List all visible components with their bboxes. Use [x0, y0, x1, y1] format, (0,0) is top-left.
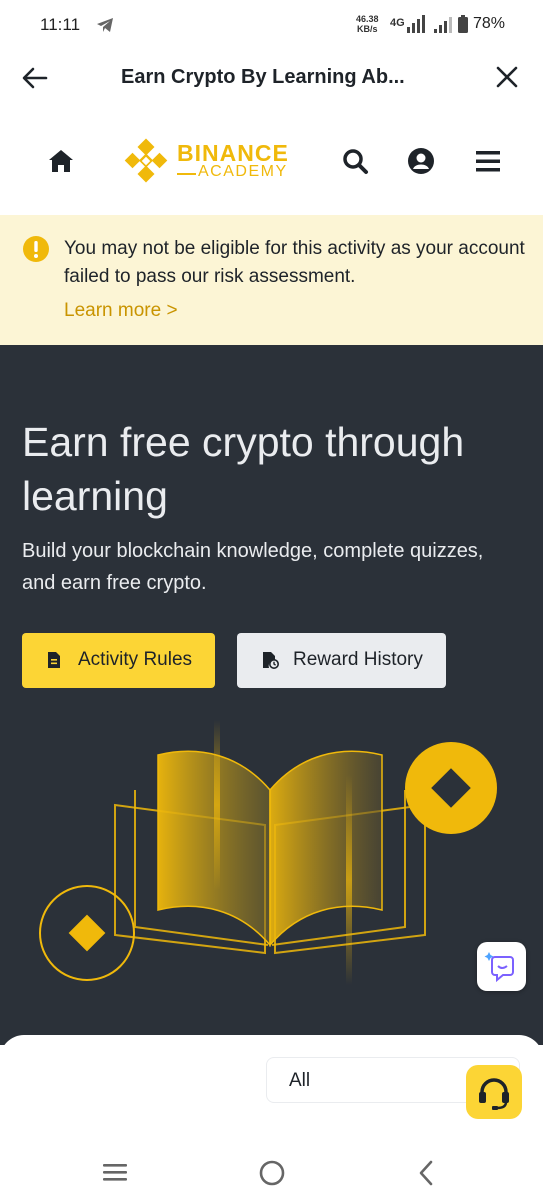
filter-selected-value: All: [289, 1070, 311, 1091]
status-bar: 11:11 46.38 KB/s 4G 78%: [0, 0, 543, 50]
ai-assistant-button[interactable]: [477, 942, 526, 991]
telegram-icon: [97, 18, 113, 32]
risk-alert-banner: You may not be eligible for this activit…: [0, 215, 543, 345]
history-document-icon: [263, 652, 279, 669]
menu-icon[interactable]: [473, 146, 503, 176]
home-icon[interactable]: [46, 146, 76, 176]
status-time: 11:11: [40, 15, 81, 34]
signal-icon: [407, 15, 425, 33]
close-icon[interactable]: [492, 64, 522, 92]
hero-title: Earn free crypto through learning: [22, 419, 465, 519]
ai-sparkle-icon: [484, 952, 514, 983]
page-title: Earn Crypto By Learning Ab...: [121, 66, 405, 88]
warning-icon: [23, 236, 49, 262]
system-navigation-bar: [0, 1145, 543, 1200]
document-icon: [48, 652, 60, 668]
alert-message: You may not be eligible for this activit…: [64, 238, 525, 287]
site-header: BINANCE ACADEMY: [0, 106, 543, 215]
webview-nav-bar: Earn Crypto By Learning Ab...: [0, 50, 543, 106]
system-back-icon[interactable]: [414, 1159, 438, 1187]
signal-icon: [434, 17, 452, 33]
network-type: 4G: [390, 17, 405, 29]
activity-rules-button[interactable]: Activity Rules: [22, 633, 215, 688]
search-icon[interactable]: [340, 146, 370, 176]
network-speed: 46.38 KB/s: [356, 14, 379, 34]
learn-more-link[interactable]: Learn more >: [64, 300, 178, 322]
reward-history-label: Reward History: [293, 649, 423, 670]
bottom-sheet: All: [0, 1035, 543, 1145]
headset-icon: [479, 1078, 509, 1110]
logo-dash: [177, 173, 196, 175]
battery-icon: [458, 15, 468, 33]
account-icon[interactable]: [406, 146, 436, 176]
home-circle-icon[interactable]: [258, 1159, 286, 1187]
back-arrow-icon[interactable]: [20, 64, 50, 92]
customer-support-button[interactable]: [466, 1065, 522, 1119]
binance-logo-icon: [124, 138, 168, 183]
hero-subtitle: Build your blockchain knowledge, complet…: [22, 540, 484, 594]
recent-apps-icon[interactable]: [100, 1159, 130, 1185]
hero-section: Earn free crypto through learning Build …: [0, 345, 543, 1045]
binance-academy-logo[interactable]: BINANCE ACADEMY: [122, 137, 302, 185]
activity-rules-label: Activity Rules: [78, 649, 193, 670]
reward-history-button[interactable]: Reward History: [237, 633, 446, 688]
battery-percent: 78%: [473, 15, 506, 32]
logo-subtitle: ACADEMY: [198, 163, 288, 180]
book-coins-illustration: [39, 720, 497, 985]
